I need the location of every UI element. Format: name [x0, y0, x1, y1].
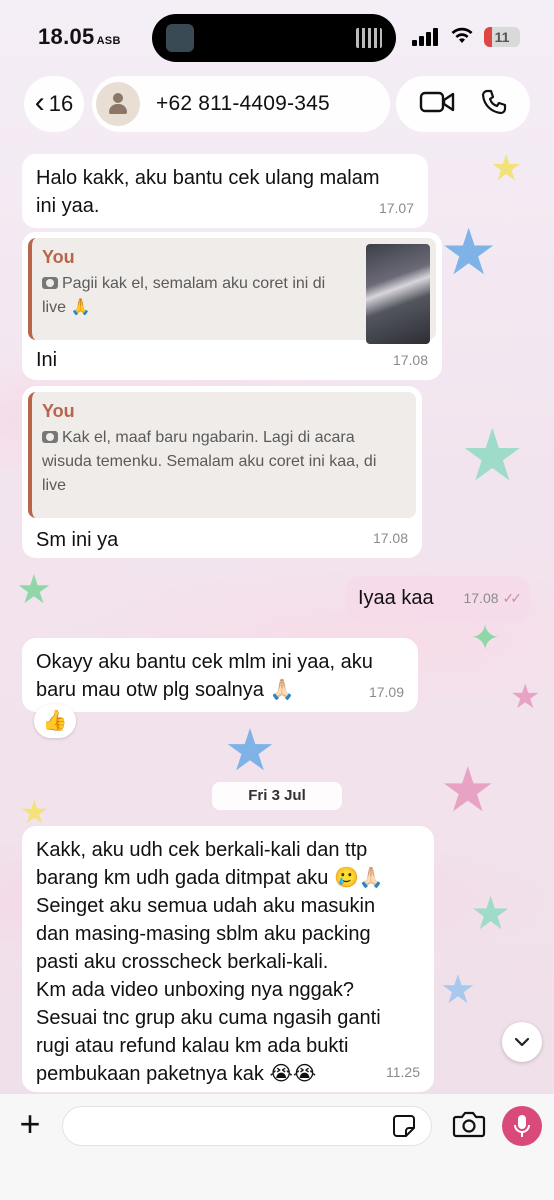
quote-text: Kak el, maaf baru ngabarin. Lagi di acar… — [42, 426, 406, 498]
wifi-icon — [450, 25, 474, 51]
chat-header: ‹ 16 +62 811-4409-345 — [0, 76, 554, 134]
message-text: pasti aku crosscheck berkali-kali. — [36, 951, 329, 973]
wallpaper-star: ★ — [510, 678, 541, 716]
unread-count: 16 — [48, 91, 74, 116]
wallpaper-star: ★ — [440, 216, 498, 288]
message-incoming[interactable]: Okayy aku bantu cek mlm ini yaa, aku bar… — [22, 638, 418, 712]
message-incoming[interactable]: You Pagii kak el, semalam aku coret ini … — [22, 232, 442, 380]
quote-text-line: wisuda temenku. Semalam aku coret ini ka… — [42, 453, 377, 470]
message-text: rugi atau refund kalau km ada bukti — [36, 1035, 349, 1057]
message-text: baru mau otw plg soalnya 🙏🏻 — [36, 679, 295, 701]
sticker-icon[interactable] — [392, 1114, 416, 1138]
message-time: 17.08 — [463, 590, 499, 606]
wallpaper-star: ★ — [20, 794, 49, 830]
call-actions — [396, 76, 530, 132]
message-text: Iyaa kaa — [358, 587, 434, 609]
microphone-button[interactable] — [502, 1106, 542, 1146]
message-time: 17.08 — [372, 530, 408, 546]
quote-text: Pagii kak el, semalam aku coret ini di l… — [42, 272, 342, 320]
photo-icon — [42, 431, 58, 443]
dynamic-island[interactable] — [152, 14, 396, 62]
read-receipt-icon: ✓✓ — [502, 590, 523, 606]
quoted-message[interactable]: You Pagii kak el, semalam aku coret ini … — [28, 238, 436, 344]
wallpaper-star: ★ — [490, 147, 523, 188]
plus-icon[interactable]: + — [12, 1106, 48, 1144]
message-outgoing[interactable]: Iyaa kaa 17.08 ✓✓ — [346, 576, 530, 622]
quote-photo-thumbnail — [366, 244, 430, 344]
message-incoming[interactable]: You Kak el, maaf baru ngabarin. Lagi di … — [22, 386, 422, 558]
video-camera-icon[interactable] — [419, 90, 455, 119]
message-text: Km ada video unboxing nya nggak? — [36, 979, 355, 1001]
now-playing-app-icon — [166, 24, 194, 52]
battery-icon: 11 — [484, 27, 520, 47]
quoted-message[interactable]: You Kak el, maaf baru ngabarin. Lagi di … — [28, 392, 416, 518]
composer-bar: + — [0, 1094, 554, 1200]
contact-name: +62 811-4409-345 — [156, 92, 330, 115]
quote-author: You — [42, 401, 75, 421]
status-time-badge: ASB — [96, 35, 121, 47]
message-time: 17.09 — [368, 684, 404, 700]
message-text: pembukaan paketnya kak 😭😭 — [36, 1063, 317, 1085]
wallpaper-star: ★ — [460, 416, 525, 496]
quote-text-line: Pagii kak el, semalam aku coret ini di — [62, 275, 326, 292]
contact-info-button[interactable]: +62 811-4409-345 — [92, 76, 390, 132]
chevron-down-icon — [514, 1037, 530, 1047]
photo-icon — [42, 277, 58, 289]
camera-icon[interactable] — [452, 1110, 488, 1142]
message-text: barang km udh gada ditmpat aku 🥲🙏🏻 — [36, 867, 384, 889]
quote-text-line: Kak el, maaf baru ngabarin. Lagi di acar… — [62, 429, 355, 446]
status-time: 18.05 ASB — [38, 24, 121, 50]
wallpaper-star: ★ — [224, 718, 276, 783]
message-time: 11.25 — [386, 1064, 420, 1080]
message-text: Okayy aku bantu cek mlm ini yaa, aku — [36, 651, 373, 673]
audio-wave-icon — [356, 28, 382, 48]
message-text: Sesuai tnc grup aku cuma ngasih ganti — [36, 1007, 381, 1029]
message-time: 17.08 — [392, 352, 428, 368]
wallpaper-star: ★ — [16, 568, 52, 612]
wallpaper-star: ★ — [470, 887, 512, 939]
quote-text-line: live 🙏 — [42, 299, 91, 316]
message-text: Kakk, aku udh cek berkali-kali dan ttp — [36, 839, 368, 861]
message-incoming[interactable]: Kakk, aku udh cek berkali-kali dan ttp b… — [22, 826, 434, 1092]
wallpaper-star: ★ — [440, 756, 496, 825]
message-status: 17.08 ✓✓ — [463, 584, 523, 612]
message-text: Halo kakk, aku bantu cek ulang malam — [36, 167, 380, 189]
cellular-signal-icon — [412, 28, 442, 46]
message-text: Sm ini ya — [36, 529, 119, 551]
microphone-icon — [514, 1115, 530, 1137]
message-incoming[interactable]: Halo kakk, aku bantu cek ulang malam ini… — [22, 154, 428, 228]
back-button[interactable]: ‹ 16 — [24, 76, 84, 132]
wallpaper-star: ★ — [440, 968, 476, 1012]
person-icon — [107, 93, 129, 115]
avatar — [96, 82, 140, 126]
status-time-text: 18.05 — [38, 24, 95, 49]
status-bar: 18.05 ASB 11 — [0, 0, 554, 78]
message-text: ini yaa. — [36, 195, 100, 217]
date-separator: Fri 3 Jul — [212, 782, 342, 810]
phone-icon[interactable] — [480, 88, 508, 121]
message-input[interactable] — [62, 1106, 432, 1146]
wallpaper-star: ✦ — [470, 617, 501, 658]
quote-text-line: live — [42, 477, 67, 494]
battery-level: 11 — [494, 29, 510, 45]
chevron-left-icon: ‹ — [34, 85, 45, 119]
message-time: 17.07 — [378, 200, 414, 216]
message-text: Ini — [36, 349, 58, 371]
scroll-to-bottom-button[interactable] — [502, 1022, 542, 1062]
message-reaction[interactable]: 👍 — [34, 704, 76, 738]
message-text: Seinget aku semua udah aku masukin — [36, 895, 376, 917]
message-text: dan masing-masing sblm aku packing — [36, 923, 371, 945]
